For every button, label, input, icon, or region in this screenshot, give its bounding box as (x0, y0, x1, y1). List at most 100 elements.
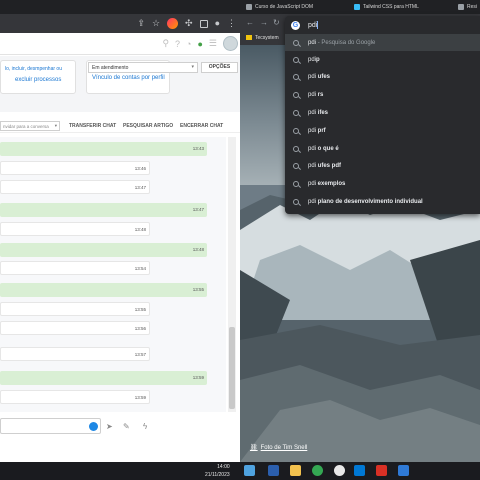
vscode-icon[interactable] (398, 465, 409, 476)
suggestion-completion: o que é (316, 145, 339, 152)
omnibox-suggestion[interactable]: pdip (285, 51, 480, 68)
left-toolbar: ⇪ ☆ ✣ ● ⋮ (0, 14, 240, 33)
chrome-profile-icon[interactable] (334, 465, 345, 476)
omnibox-suggestion[interactable]: pdi rs (285, 87, 480, 104)
omnibox-dropdown: G pdi pdi - Pesquisa do Google pdip pdi u… (285, 16, 480, 214)
message-time: 13:48 (134, 227, 146, 232)
suggestion-completion: exemplos (316, 181, 346, 188)
reload-icon[interactable]: ↻ (273, 18, 280, 27)
link-icon: ⛓ (250, 445, 258, 451)
search-icon (293, 39, 299, 46)
clock-time: 14:00 (217, 464, 230, 470)
bookmark-star-icon[interactable]: ☆ (152, 19, 160, 28)
invite-to-conversation-input[interactable]: nvidar para a conversa ▾ (0, 121, 60, 131)
scrollbar-thumb[interactable] (229, 327, 235, 409)
send-icon[interactable]: ➤ (106, 422, 113, 431)
help-icon[interactable]: ? (175, 39, 180, 49)
options-button[interactable]: OPÇÕES (201, 62, 238, 73)
suggestion-base: pdi (308, 163, 317, 170)
omnibox-suggestion[interactable]: pdi exemplos (285, 176, 480, 193)
suggestion-base: pdi (308, 56, 317, 63)
user-avatar[interactable] (223, 36, 238, 51)
chevron-down-icon: ▾ (54, 123, 57, 128)
chevron-down-icon: ▾ (191, 64, 194, 70)
message-time: 13:43 (192, 146, 204, 151)
chat-icon[interactable]: ● (197, 39, 202, 49)
message-input[interactable] (0, 418, 101, 434)
file-explorer-icon[interactable] (290, 465, 301, 476)
search-icon (293, 163, 299, 170)
profile-icon[interactable]: ● (215, 19, 220, 28)
task-view-icon[interactable] (268, 465, 279, 476)
forward-icon[interactable]: → (260, 18, 268, 27)
left-browser-window: ⇪ ☆ ✣ ● ⋮ ⚲ ? ◔ ● ☰ lo, incluir, desmpen… (0, 0, 240, 462)
chrome-icon[interactable] (312, 465, 323, 476)
notification-icon[interactable]: ◔ (186, 39, 191, 49)
tab-resi[interactable]: Resi (458, 2, 477, 12)
message-time: 13:54 (134, 266, 146, 271)
tab-tailwind[interactable]: Tailwind CSS para HTML (354, 2, 419, 12)
extensions-puzzle-icon[interactable]: ✣ (185, 19, 193, 28)
omnibox-query: pdi (308, 21, 318, 29)
suggestion-completion: ufes (316, 74, 331, 81)
outlook-icon[interactable] (354, 465, 365, 476)
suggestion-base: pdi (308, 109, 317, 116)
omnibox-suggestion[interactable]: pdi ufes (285, 69, 480, 86)
search-icon[interactable]: ⚲ (162, 38, 169, 49)
omnibox-suggestion[interactable]: pdi prf (285, 122, 480, 139)
media-icon[interactable] (376, 465, 387, 476)
share-icon[interactable]: ⇪ (137, 19, 145, 28)
received-message: 13:56 (0, 321, 150, 335)
taskbar-clock[interactable]: 14:00 21/11/2023 (205, 463, 230, 479)
omnibox-row-query: pdi (308, 39, 317, 46)
status-select[interactable]: Em atendimento ▾ (88, 62, 198, 73)
omnibox-suggestion[interactable]: pdi ufes pdf (285, 158, 480, 175)
omnibox-suggestion[interactable]: pdi ifes (285, 104, 480, 121)
list-icon[interactable]: ☰ (209, 38, 217, 49)
suggestion-base: pdi (308, 198, 317, 205)
received-message: 13:55 (0, 302, 150, 316)
search-icon (293, 56, 299, 63)
start-menu-icon[interactable] (244, 465, 255, 476)
suggestion-completion: ifes (316, 109, 329, 116)
extension-avatar-icon[interactable] (167, 18, 179, 29)
photo-credit-link[interactable]: ⛓ Foto de Tim Snell (250, 444, 307, 451)
search-icon (293, 74, 299, 81)
message-time: 13:47 (134, 185, 146, 190)
suggestion-base: pdi (308, 127, 317, 134)
bookmark-tecsystem[interactable]: Tecsystem (246, 35, 279, 41)
chat-scrollbar[interactable] (228, 137, 236, 412)
close-chat-button[interactable]: ENCERRAR CHAT (180, 123, 223, 129)
message-time: 13:59 (192, 375, 204, 380)
process-card[interactable]: lo, incluir, desmpenhar ou excluir proce… (0, 60, 76, 94)
globe-icon (246, 4, 252, 10)
account-link-card-label: Vínculo de contas por perfil (92, 75, 165, 81)
right-tab-strip: Curso de JavaScript DOM Tailwind CSS par… (240, 0, 480, 14)
search-icon (293, 109, 299, 116)
address-bar-input[interactable]: G pdi (285, 16, 480, 34)
suggestion-base: pdi (308, 74, 317, 81)
message-time: 13:59 (134, 395, 146, 400)
side-panel-icon[interactable] (199, 19, 208, 28)
tab-label: Tailwind CSS para HTML (363, 4, 419, 10)
attach-icon[interactable]: ✎ (123, 422, 130, 431)
chat-messages[interactable]: 13:43 13:46 13:47 13:47 13:48 13:48 13:54 13:55… (0, 137, 226, 412)
omnibox-search-row[interactable]: pdi - Pesquisa do Google (285, 34, 480, 51)
sent-message: 13:59 (0, 371, 207, 385)
send-status-icon[interactable] (89, 422, 98, 431)
transfer-chat-button[interactable]: TRANSFERIR CHAT (69, 123, 116, 129)
back-icon[interactable]: ← (246, 18, 254, 27)
suggestion-completion: p (316, 56, 320, 63)
received-message: 13:57 (0, 347, 150, 361)
omnibox-suggestion[interactable]: pdi plano de desenvolvimento individual (285, 193, 480, 210)
left-tab-strip (0, 0, 240, 14)
suggestion-completion: prf (316, 127, 326, 134)
menu-kebab-icon[interactable]: ⋮ (227, 19, 236, 28)
suggestion-base: pdi (308, 92, 317, 99)
google-icon: G (291, 20, 300, 30)
omnibox-suggestion[interactable]: pdi o que é (285, 140, 480, 157)
lightning-icon[interactable]: ϟ (143, 422, 147, 431)
tab-js-dom[interactable]: Curso de JavaScript DOM (246, 2, 313, 12)
search-article-button[interactable]: PESQUISAR ARTIGO (123, 123, 173, 129)
invite-placeholder: nvidar para a conversa (3, 124, 49, 129)
